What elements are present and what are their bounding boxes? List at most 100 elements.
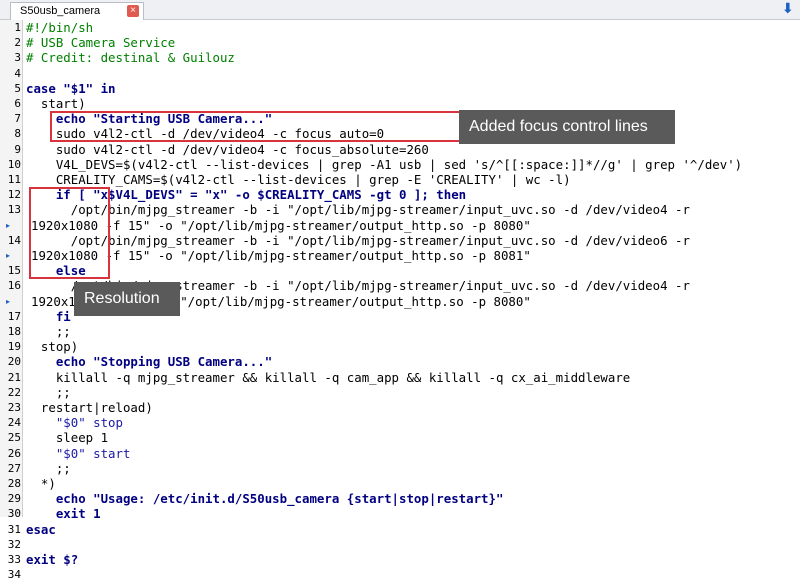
line-number: 19	[7, 340, 21, 354]
line-number: 9	[14, 142, 21, 156]
code-line: 33 exit $?	[0, 552, 800, 567]
code-line: 13 /opt/bin/mjpg_streamer -b -i "/opt/li…	[0, 202, 800, 217]
code-line: 31 esac	[0, 522, 800, 537]
code-line: 30 exit 1	[0, 506, 800, 521]
line-number: 32	[7, 537, 21, 551]
code-text: sleep 1	[26, 430, 109, 446]
code-line: 9 sudo v4l2-ctl -d /dev/video4 -c focus_…	[0, 142, 800, 157]
code-line: 23 restart|reload)	[0, 400, 800, 415]
code-text: ;;	[26, 324, 71, 339]
line-number: 8	[14, 127, 21, 141]
code-text: CREALITY_CAMS=$(v4l2-ctl --list-devices …	[26, 172, 571, 187]
code-text: case "$1" in	[26, 80, 116, 96]
code-text: exit 1	[26, 506, 101, 522]
line-number: 15	[7, 264, 21, 278]
code-line: 29 echo "Usage: /etc/init.d/S50usb_camer…	[0, 491, 800, 506]
code-line: 4	[0, 66, 800, 81]
code-line: 1 #!/bin/sh	[0, 20, 800, 35]
line-number: 20	[7, 355, 21, 369]
code-text: esac	[26, 521, 56, 537]
code-line: 14 /opt/bin/mjpg_streamer -b -i "/opt/li…	[0, 233, 800, 248]
code-line: 21 killall -q mjpg_streamer && killall -…	[0, 370, 800, 385]
code-text: restart|reload)	[26, 400, 153, 415]
code-text: sudo v4l2-ctl -d /dev/video4 -c focus_ab…	[26, 141, 429, 157]
code-line: 24 "$0" stop	[0, 415, 800, 430]
code-text: ;;	[26, 460, 71, 476]
line-number: 10	[7, 157, 21, 171]
line-number: 3	[14, 51, 21, 65]
code-text: fi	[26, 308, 71, 324]
resolution-highlight	[29, 187, 110, 279]
line-number: 27	[7, 461, 21, 475]
line-number: 21	[7, 370, 21, 384]
code-text: V4L_DEVS=$(v4l2-ctl --list-devices | gre…	[26, 156, 743, 172]
line-number: 26	[7, 446, 21, 460]
line-number: 14	[7, 233, 21, 247]
code-line: 10 V4L_DEVS=$(v4l2-ctl --list-devices | …	[0, 157, 800, 172]
line-number: 25	[7, 431, 21, 445]
tab-s50usb-camera[interactable]: S50usb_camera ×	[10, 2, 144, 20]
code-line: 22 ;;	[0, 385, 800, 400]
code-line: 6 start)	[0, 96, 800, 111]
code-line: 28 *)	[0, 476, 800, 491]
line-number: 11	[7, 173, 21, 186]
wrap-arrow-icon: ▸	[6, 220, 11, 230]
code-text: "$0" stop	[26, 415, 123, 431]
focus-callout: Added focus control lines	[459, 110, 675, 144]
line-number: 2	[14, 36, 21, 50]
line-number: 17	[7, 309, 21, 323]
code-line: 25 sleep 1	[0, 430, 800, 445]
code-text: /opt/bin/mjpg_streamer -b -i "/opt/lib/m…	[26, 202, 690, 218]
line-number: 33	[7, 553, 21, 566]
code-text: echo "Stopping USB Camera..."	[26, 354, 273, 370]
tab-bar: S50usb_camera × ⬇	[0, 0, 800, 20]
line-number: 31	[7, 522, 21, 536]
resolution-callout: Resolution	[74, 282, 180, 316]
line-number: 28	[7, 477, 21, 490]
line-number: 23	[7, 401, 21, 414]
line-number: 4	[14, 66, 21, 80]
code-text: ;;	[26, 384, 71, 400]
code-text: "$0" start	[26, 445, 131, 461]
code-text: killall -q mjpg_streamer && killall -q c…	[26, 369, 631, 385]
code-text: stop)	[26, 339, 79, 355]
code-line: 19 stop)	[0, 339, 800, 354]
code-line: 11 CREALITY_CAMS=$(v4l2-ctl --list-devic…	[0, 172, 800, 187]
code-line: 15 else	[0, 263, 800, 278]
line-number: 7	[14, 112, 21, 126]
code-line: 18 ;;	[0, 324, 800, 339]
code-line: 3 # Credit: destinal & Guilouz	[0, 50, 800, 65]
download-arrow-icon[interactable]: ⬇	[782, 0, 796, 18]
line-number: 6	[14, 97, 21, 110]
line-number: 29	[7, 492, 21, 506]
code-text: echo "Usage: /etc/init.d/S50usb_camera {…	[26, 491, 504, 507]
code-line: 27 ;;	[0, 461, 800, 476]
close-icon[interactable]: ×	[127, 5, 139, 17]
focus-lines-highlight	[50, 111, 463, 142]
code-line: 5 case "$1" in	[0, 81, 800, 96]
code-line: 12 if [ "x$V4L_DEVS" = "x" -o $CREALITY_…	[0, 187, 800, 202]
line-number: 22	[7, 385, 21, 399]
code-line: 20 echo "Stopping USB Camera..."	[0, 354, 800, 369]
code-line: ▸ 1920x1080 -f 15" -o "/opt/lib/mjpg-stre…	[0, 218, 800, 233]
line-number: 30	[7, 507, 21, 521]
code-line: 34	[0, 567, 800, 582]
line-number: 18	[7, 325, 21, 338]
line-number: 5	[14, 81, 21, 95]
code-text: # Credit: destinal & Guilouz	[26, 50, 235, 66]
line-number: 24	[7, 416, 21, 430]
wrap-arrow-icon: ▸	[6, 251, 11, 260]
line-number: 34	[7, 568, 21, 582]
tab-label: S50usb_camera	[20, 5, 101, 17]
wrap-arrow-icon: ▸	[6, 296, 11, 306]
line-number: 1	[14, 21, 21, 34]
code-text: start)	[26, 96, 86, 111]
code-text: #!/bin/sh	[26, 20, 94, 35]
code-text: *)	[26, 476, 56, 491]
code-line: 32	[0, 537, 800, 552]
code-line: 2 # USB Camera Service	[0, 35, 800, 50]
code-line: ▸ 1920x1080 -f 15" -o "/opt/lib/mjpg-stre…	[0, 248, 800, 263]
line-number: 12	[7, 188, 21, 202]
code-text: # USB Camera Service	[26, 35, 176, 51]
line-number: 16	[7, 279, 21, 293]
